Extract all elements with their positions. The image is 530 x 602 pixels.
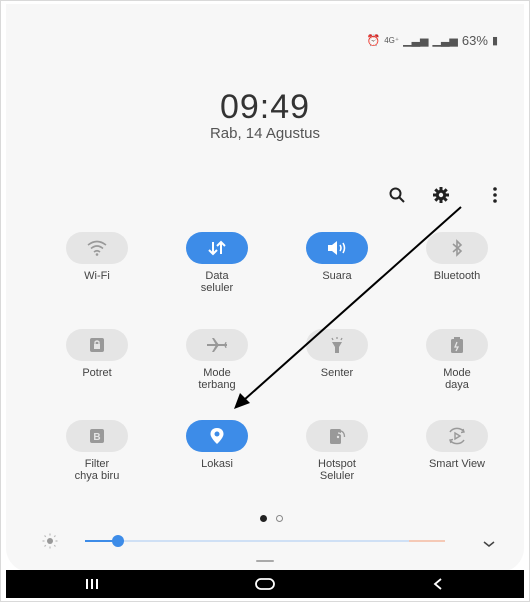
- brightness-slider-thumb[interactable]: [112, 535, 124, 547]
- clock-time: 09:49: [219, 88, 311, 126]
- signal-icon: ▁▃▅: [432, 35, 458, 47]
- recents-icon[interactable]: [6, 570, 179, 598]
- battery-percent: 63%: [461, 33, 488, 48]
- volume-icon: [328, 241, 346, 255]
- svg-text:B: B: [93, 432, 100, 443]
- tile-label: Suara: [322, 270, 352, 282]
- tile-wifi[interactable]: Wi-Fi: [37, 232, 157, 282]
- alarm-icon: ⏰: [366, 35, 381, 47]
- hotspot-icon: [330, 429, 346, 444]
- airplane-toggle[interactable]: [186, 329, 248, 361]
- tile-label: Potret: [82, 367, 112, 379]
- data-arrows-icon: [208, 240, 226, 256]
- sound-toggle[interactable]: [306, 232, 368, 264]
- tile-location[interactable]: Lokasi: [157, 420, 277, 470]
- hotspot-toggle[interactable]: [306, 420, 368, 452]
- tile-label: Smart View: [428, 458, 486, 470]
- smart-view-icon: [449, 427, 465, 445]
- wifi-icon: [87, 240, 107, 256]
- tile-blue-light-filter[interactable]: B Filter chya biru: [37, 420, 157, 482]
- quick-settings-panel: ⏰ 4G⁺ ▁▃▅ ▁▃▅ 63% ▮ 09:49 Rab, 14 Agustu…: [6, 4, 524, 572]
- power-mode-icon: [451, 337, 463, 353]
- bluetooth-icon: [452, 239, 463, 257]
- tile-label: Data seluler: [200, 270, 234, 294]
- navigation-bar: [6, 570, 524, 598]
- page-dot: [276, 515, 283, 522]
- 4g-icon: 4G⁺: [384, 36, 400, 45]
- blue-light-filter-toggle[interactable]: B: [66, 420, 128, 452]
- bluetooth-toggle[interactable]: [426, 232, 488, 264]
- smart-view-toggle[interactable]: [426, 420, 488, 452]
- gear-icon[interactable]: [430, 184, 452, 206]
- tile-portrait[interactable]: Potret: [37, 329, 157, 379]
- mobile-data-toggle[interactable]: [186, 232, 248, 264]
- tile-bluetooth[interactable]: Bluetooth: [397, 232, 517, 282]
- tile-label: Mode daya: [443, 367, 471, 391]
- brightness-slider-track[interactable]: [85, 540, 445, 542]
- page-dot-active: [260, 515, 267, 522]
- portrait-toggle[interactable]: [66, 329, 128, 361]
- location-toggle[interactable]: [186, 420, 248, 452]
- tile-label: Bluetooth: [433, 270, 481, 282]
- home-icon[interactable]: [179, 570, 352, 598]
- tile-mobile-data[interactable]: Data seluler: [157, 232, 277, 294]
- tile-label: Wi-Fi: [84, 270, 110, 282]
- brightness-sun-icon: [42, 533, 58, 549]
- tile-power-mode[interactable]: Mode daya: [397, 329, 517, 391]
- flashlight-toggle[interactable]: [306, 329, 368, 361]
- location-icon: [210, 428, 224, 444]
- airplane-icon: [207, 338, 227, 352]
- search-icon[interactable]: [386, 184, 408, 206]
- tile-hotspot[interactable]: Hotspot Seluler: [277, 420, 397, 482]
- tile-label: Filter chya biru: [74, 458, 120, 482]
- tile-flashlight[interactable]: Senter: [277, 329, 397, 379]
- blue-light-filter-icon: B: [90, 429, 104, 443]
- panel-drag-handle[interactable]: [256, 560, 274, 562]
- status-bar: ⏰ 4G⁺ ▁▃▅ ▁▃▅ 63% ▮: [367, 33, 498, 48]
- tile-label: Senter: [320, 367, 354, 379]
- clock-date: Rab, 14 Agustus: [209, 125, 321, 142]
- tile-label: Hotspot Seluler: [318, 458, 356, 482]
- tile-label: Lokasi: [201, 458, 233, 470]
- tile-label: Mode terbang: [198, 367, 236, 391]
- back-icon[interactable]: [351, 570, 524, 598]
- tile-smart-view[interactable]: Smart View: [397, 420, 517, 470]
- power-mode-toggle[interactable]: [426, 329, 488, 361]
- tile-airplane[interactable]: Mode terbang: [157, 329, 277, 391]
- portrait-lock-icon: [90, 338, 104, 352]
- signal-icon: ▁▃▅: [403, 35, 429, 47]
- more-vert-icon[interactable]: [484, 184, 506, 206]
- tile-sound[interactable]: Suara: [277, 232, 397, 282]
- wifi-toggle[interactable]: [66, 232, 128, 264]
- page-indicator: [260, 515, 283, 522]
- expand-chevron-down-icon[interactable]: [482, 536, 496, 547]
- flashlight-icon: [331, 337, 343, 353]
- battery-icon: ▮: [491, 35, 498, 47]
